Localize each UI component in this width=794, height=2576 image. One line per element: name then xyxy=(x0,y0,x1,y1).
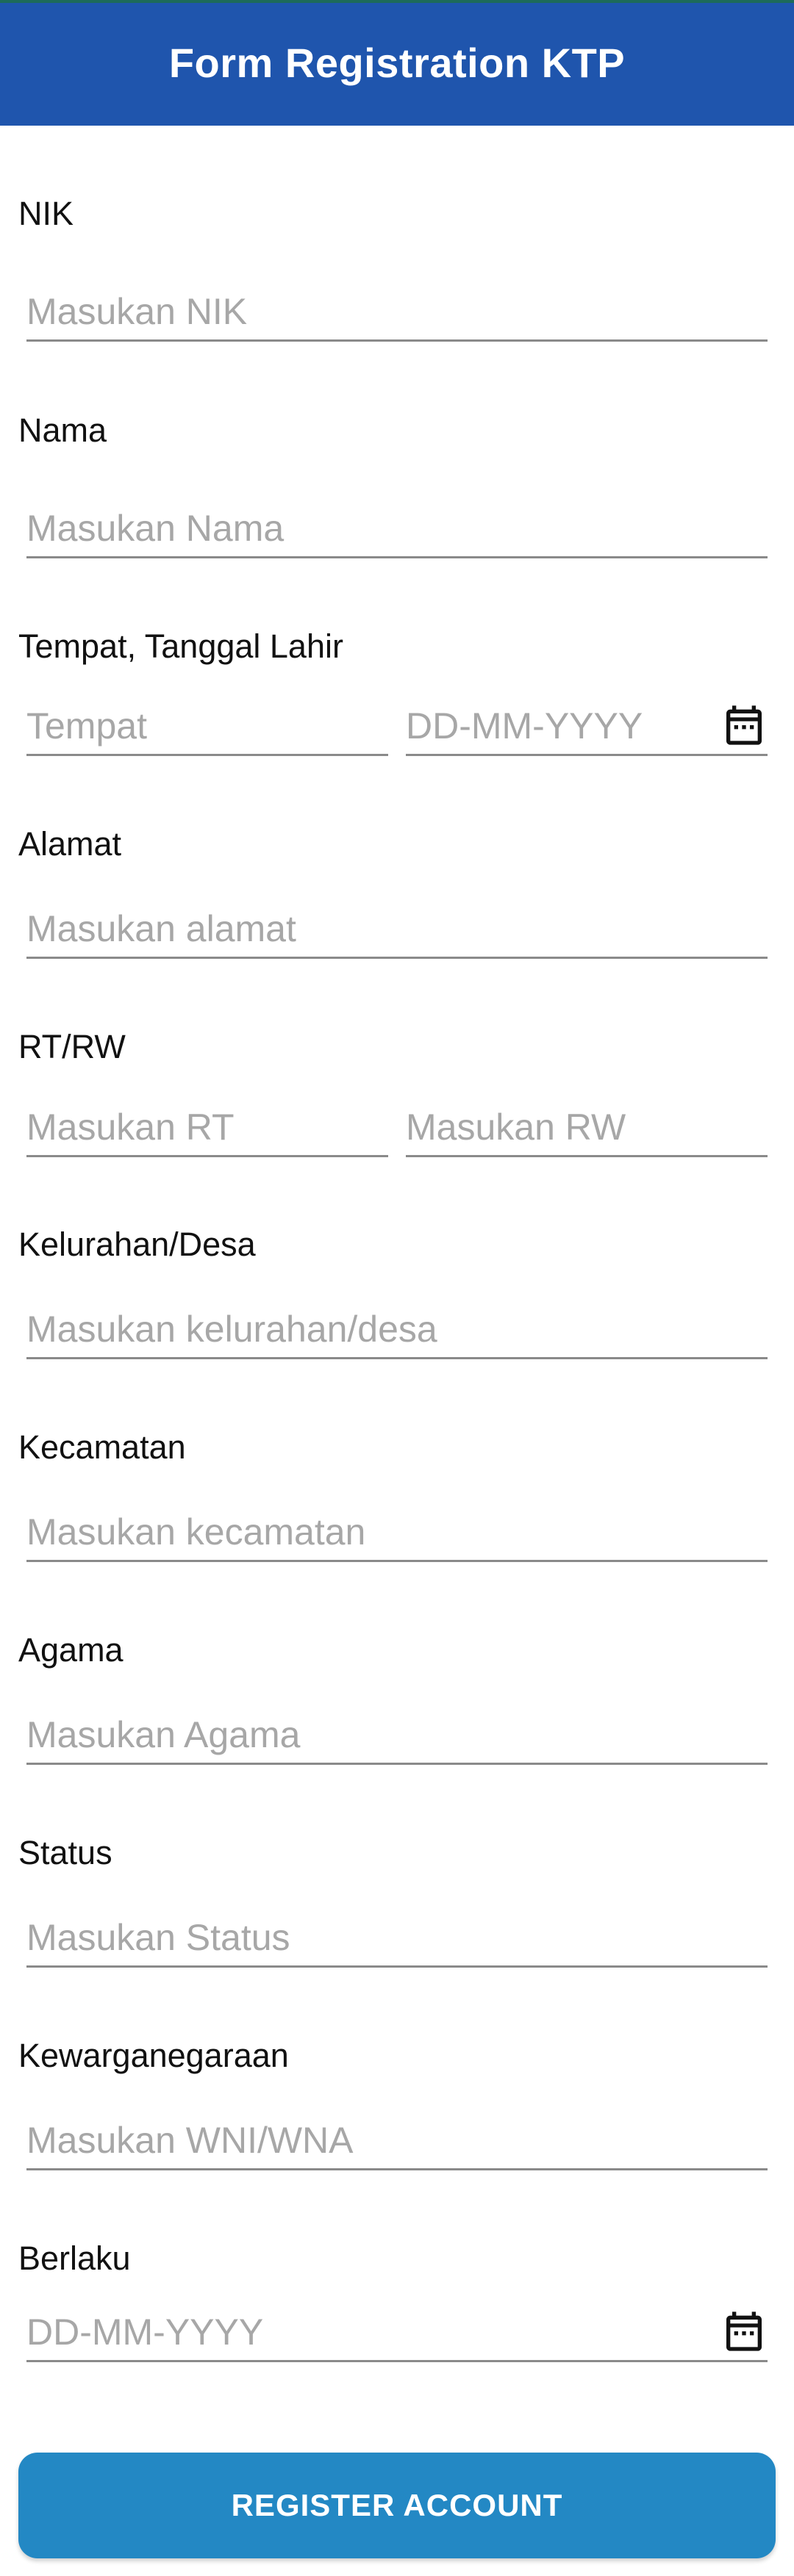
register-account-button[interactable]: REGISTER ACCOUNT xyxy=(18,2453,776,2558)
nik-label: NIK xyxy=(18,195,74,232)
kewarganegaraan-input[interactable] xyxy=(26,2112,768,2168)
kelurahan-label: Kelurahan/Desa xyxy=(18,1226,256,1263)
nik-field[interactable] xyxy=(26,283,768,342)
status-bar-edge xyxy=(0,0,794,3)
tempat-field[interactable] xyxy=(26,697,388,756)
nama-input[interactable] xyxy=(26,500,768,556)
kecamatan-label: Kecamatan xyxy=(18,1428,186,1466)
ttl-label: Tempat, Tanggal Lahir xyxy=(18,627,343,665)
alamat-label: Alamat xyxy=(18,825,122,863)
tanggal-lahir-input[interactable] xyxy=(406,697,715,754)
kecamatan-input[interactable] xyxy=(26,1503,768,1560)
nama-label: Nama xyxy=(18,411,107,449)
alamat-field[interactable] xyxy=(26,900,768,959)
berlaku-input[interactable] xyxy=(26,2303,715,2360)
kewarganegaraan-field[interactable] xyxy=(26,2112,768,2170)
calendar-icon[interactable] xyxy=(720,702,768,749)
tanggal-lahir-field[interactable] xyxy=(406,697,768,756)
status-field[interactable] xyxy=(26,1909,768,1968)
kelurahan-field[interactable] xyxy=(26,1300,768,1359)
status-input[interactable] xyxy=(26,1909,768,1965)
register-account-label: REGISTER ACCOUNT xyxy=(231,2488,563,2522)
rw-input[interactable] xyxy=(406,1098,768,1155)
alamat-input[interactable] xyxy=(26,900,768,957)
kecamatan-field[interactable] xyxy=(26,1503,768,1562)
nik-input[interactable] xyxy=(26,283,768,339)
rt-input[interactable] xyxy=(26,1098,388,1155)
rt-field[interactable] xyxy=(26,1098,388,1157)
rtrw-label: RT/RW xyxy=(18,1028,126,1065)
agama-input[interactable] xyxy=(26,1706,768,1763)
status-label: Status xyxy=(18,1834,112,1871)
calendar-icon[interactable] xyxy=(720,2308,768,2355)
tempat-input[interactable] xyxy=(26,697,388,754)
berlaku-field[interactable] xyxy=(26,2303,768,2362)
agama-label: Agama xyxy=(18,1631,124,1669)
nama-field[interactable] xyxy=(26,500,768,558)
agama-field[interactable] xyxy=(26,1706,768,1765)
app-bar: Form Registration KTP xyxy=(0,0,794,126)
kelurahan-input[interactable] xyxy=(26,1300,768,1357)
kewarganegaraan-label: Kewarganegaraan xyxy=(18,2037,289,2074)
page-title: Form Registration KTP xyxy=(168,40,626,86)
berlaku-label: Berlaku xyxy=(18,2239,131,2277)
rw-field[interactable] xyxy=(406,1098,768,1157)
